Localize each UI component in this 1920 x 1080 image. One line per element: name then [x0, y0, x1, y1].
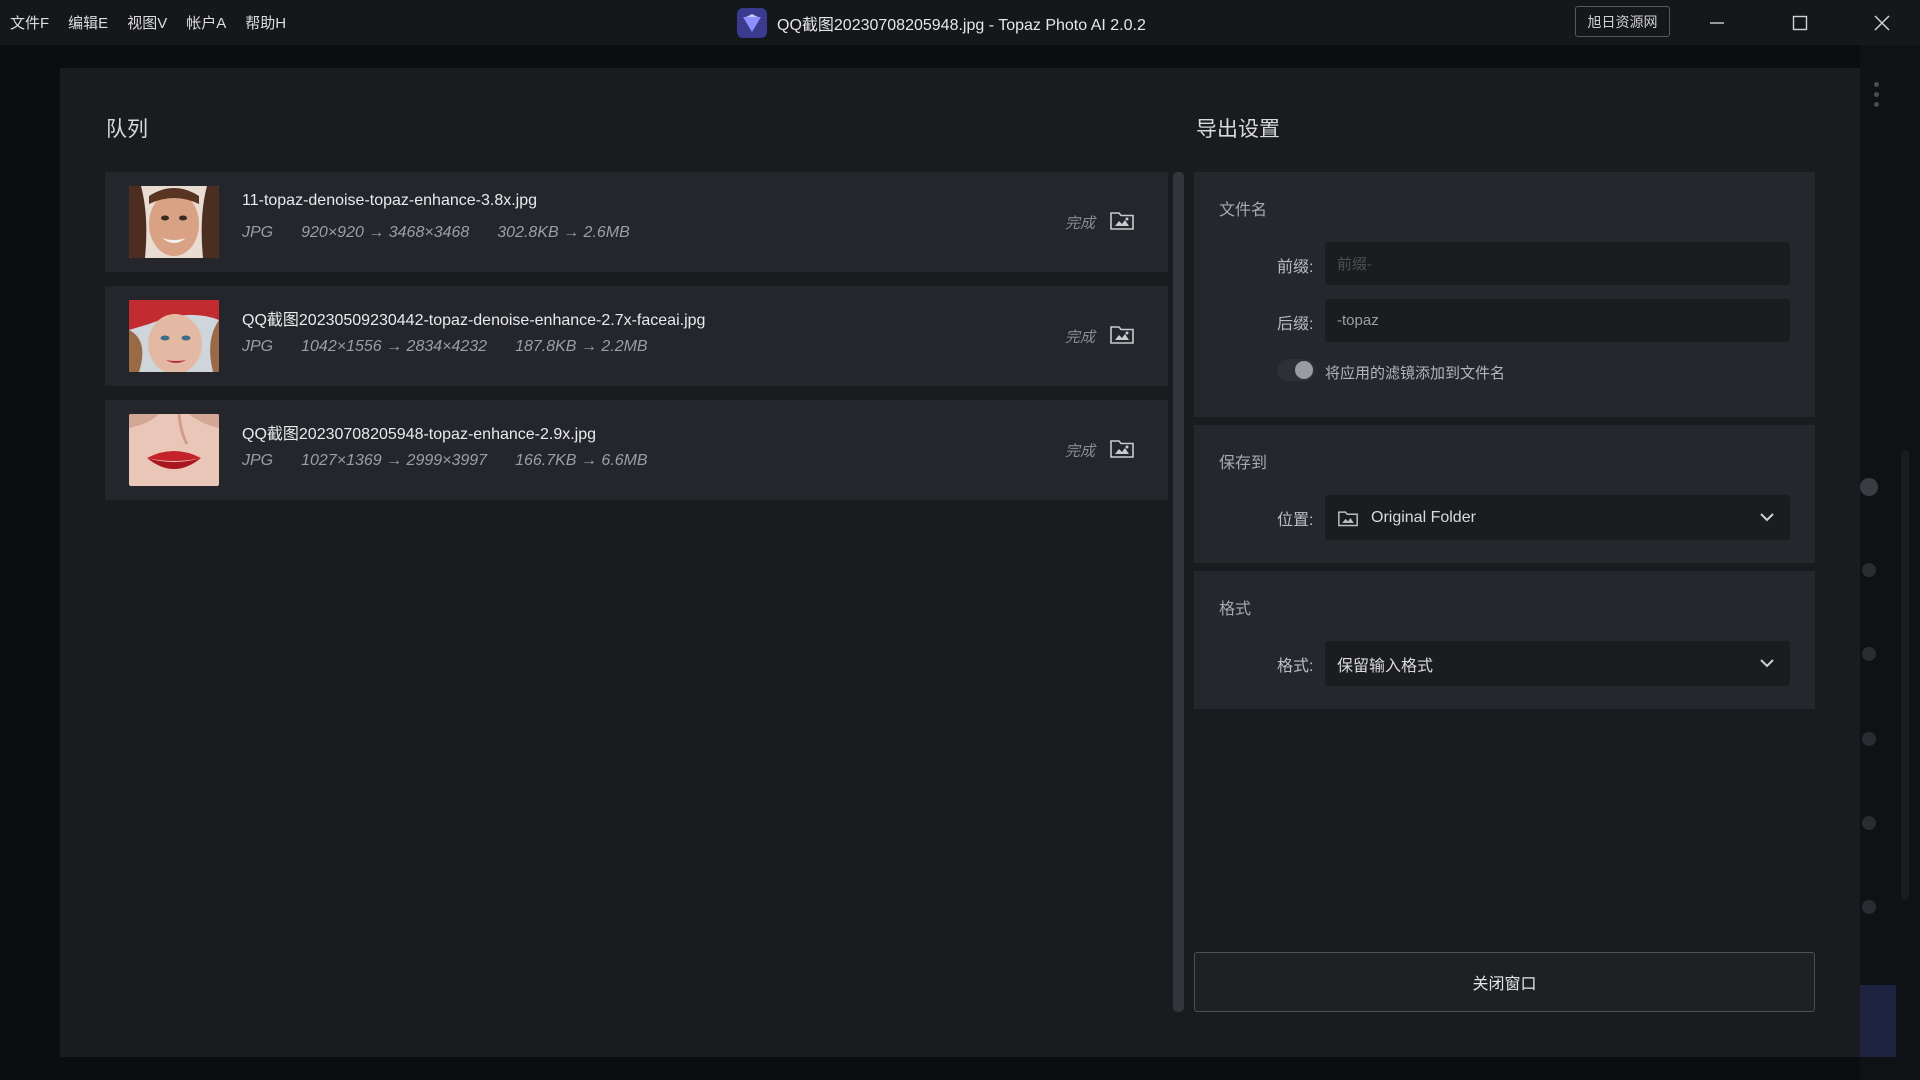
close-window-button[interactable] [1852, 0, 1912, 45]
queue-item-status: 完成 [1065, 329, 1096, 346]
background-dot [1862, 563, 1876, 577]
queue-item-size: 302.8KB → 2.6MB [497, 224, 630, 241]
queue-item-dimensions: 920×920 → 3468×3468 [301, 224, 470, 241]
minimize-button[interactable] [1687, 0, 1747, 45]
queue-item-size: 166.7KB → 6.6MB [515, 452, 648, 469]
export-settings-title: 导出设置 [1196, 118, 1280, 141]
export-queue-dialog: 队列 导出设置 11-topaz-denoise-topaz-enhance-3… [60, 68, 1860, 1057]
maximize-button[interactable] [1770, 0, 1830, 45]
menu-view[interactable]: 视图V [127, 12, 167, 33]
background-toggle-knob [1860, 478, 1878, 496]
image-thumbnail [129, 300, 219, 372]
prefix-input[interactable]: 前缀- [1325, 242, 1790, 285]
queue-scrollbar[interactable] [1173, 172, 1184, 1012]
format-section: 格式 格式: 保留输入格式 [1194, 571, 1815, 709]
prefix-label: 前缀: [1277, 259, 1314, 276]
menu-help[interactable]: 帮助H [245, 12, 286, 33]
menu-bar: 文件F 编辑E 视图V 帐户A 帮助H [10, 0, 286, 45]
queue-item-dimensions: 1042×1556 → 2834×4232 [301, 338, 488, 355]
background-primary-button [1860, 985, 1896, 1057]
queue-item-meta: JPG 1027×1369 → 2999×3997 166.7KB → 6.6M… [242, 452, 648, 470]
location-dropdown[interactable]: Original Folder [1325, 495, 1790, 540]
close-icon [1874, 14, 1890, 31]
maximize-icon [1792, 15, 1808, 30]
chevron-down-icon [1760, 513, 1774, 522]
save-to-section: 保存到 位置: Original Folder [1194, 425, 1815, 563]
queue-item[interactable]: 11-topaz-denoise-topaz-enhance-3.8x.jpg … [105, 172, 1168, 272]
queue-title: 队列 [106, 118, 148, 141]
image-thumbnail [129, 186, 219, 258]
suffix-label: 后缀: [1277, 316, 1314, 333]
background-dot [1862, 816, 1876, 830]
location-label: 位置: [1277, 512, 1314, 529]
format-dropdown[interactable]: 保留输入格式 [1325, 641, 1790, 686]
chevron-down-icon [1760, 659, 1774, 668]
queue-item-format: JPG [242, 338, 274, 355]
queue-item-meta: JPG 920×920 → 3468×3468 302.8KB → 2.6MB [242, 224, 630, 242]
background-dot [1862, 732, 1876, 746]
format-label: 格式: [1277, 658, 1314, 675]
brand-badge: 旭日资源网 [1575, 6, 1670, 37]
queue-item-status: 完成 [1065, 215, 1096, 232]
folder-icon [1338, 510, 1358, 526]
queue-item-filename: 11-topaz-denoise-topaz-enhance-3.8x.jpg [242, 192, 538, 209]
location-value: Original Folder [1371, 508, 1476, 526]
queue-item-filename: QQ截图20230708205948-topaz-enhance-2.9x.jp… [242, 426, 597, 443]
queue-item-format: JPG [242, 224, 274, 241]
background-scrollbar [1901, 450, 1909, 900]
queue-item-filename: QQ截图20230509230442-topaz-denoise-enhance… [242, 312, 706, 329]
minimize-icon [1710, 21, 1724, 24]
format-section-title: 格式 [1219, 601, 1252, 618]
close-dialog-button[interactable]: 关闭窗口 [1194, 952, 1815, 1012]
open-folder-icon[interactable] [1109, 322, 1135, 346]
format-value: 保留输入格式 [1337, 657, 1434, 675]
queue-item-size: 187.8KB → 2.2MB [515, 338, 648, 355]
open-folder-icon[interactable] [1109, 208, 1135, 232]
window-title-text: QQ截图20230708205948.jpg - Topaz Photo AI … [777, 16, 1146, 34]
window-title: QQ截图20230708205948.jpg - Topaz Photo AI … [737, 0, 1146, 45]
queue-item[interactable]: QQ截图20230708205948-topaz-enhance-2.9x.jp… [105, 400, 1168, 500]
open-folder-icon[interactable] [1109, 436, 1135, 460]
filename-section: 文件名 前缀: 前缀- 后缀: -topaz 将应用的滤镜添加到文件名 [1194, 172, 1815, 417]
queue-item-status: 完成 [1065, 443, 1096, 460]
filename-section-title: 文件名 [1219, 202, 1268, 219]
image-thumbnail [129, 414, 219, 486]
save-to-section-title: 保存到 [1219, 455, 1268, 472]
background-dot [1862, 647, 1876, 661]
queue-item-dimensions: 1027×1369 → 2999×3997 [301, 452, 488, 469]
queue-item-format: JPG [242, 452, 274, 469]
more-options-icon[interactable] [1874, 82, 1879, 107]
menu-file[interactable]: 文件F [10, 12, 49, 33]
menu-account[interactable]: 帐户A [186, 12, 226, 33]
queue-item[interactable]: QQ截图20230509230442-topaz-denoise-enhance… [105, 286, 1168, 386]
append-filters-toggle[interactable] [1277, 359, 1315, 381]
menu-edit[interactable]: 编辑E [68, 12, 108, 33]
background-dot [1862, 900, 1876, 914]
queue-item-meta: JPG 1042×1556 → 2834×4232 187.8KB → 2.2M… [242, 338, 648, 356]
suffix-input[interactable]: -topaz [1325, 299, 1790, 342]
topaz-logo-icon [737, 7, 767, 38]
title-bar: 文件F 编辑E 视图V 帐户A 帮助H QQ截图20230708205948.j… [0, 0, 1920, 45]
append-filters-label: 将应用的滤镜添加到文件名 [1325, 365, 1506, 382]
